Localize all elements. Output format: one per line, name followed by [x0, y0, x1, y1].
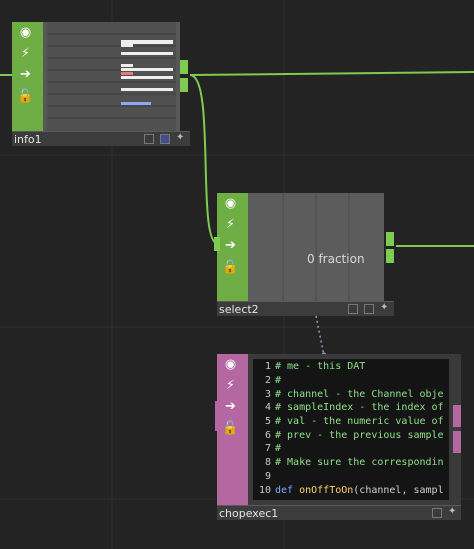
- code-text: # Make sure the correspondin: [275, 457, 444, 468]
- code-text: # channel - the Channel obje: [275, 389, 444, 400]
- viewer-toggle-icon[interactable]: ◉: [220, 356, 241, 374]
- node-select2-output-connector[interactable]: [386, 232, 394, 246]
- bypass-flag[interactable]: [144, 134, 154, 144]
- pass-through-icon[interactable]: ➔: [220, 398, 241, 416]
- render-flag[interactable]: ✦: [176, 133, 186, 143]
- wire-info1-to-select2: [189, 74, 219, 245]
- code-text: #: [275, 443, 282, 454]
- line-number: 8: [264, 457, 271, 468]
- info-channel-table: [47, 22, 176, 131]
- lock-icon[interactable]: 🔓: [220, 259, 241, 277]
- render-flag[interactable]: ✦: [448, 507, 458, 517]
- wire-select2-to-chopexec1: [315, 315, 325, 357]
- channel-value-readout: 0 fraction: [307, 252, 365, 266]
- node-info1-viewer: [43, 22, 180, 131]
- node-info1-output-connector[interactable]: [180, 78, 188, 92]
- wire-info1-to-right: [189, 71, 474, 76]
- line-number: 3: [264, 389, 271, 400]
- node-name: select2: [219, 303, 259, 316]
- node-select2-toolbar: ◉ ⚡ ➔ 🔓: [217, 193, 248, 301]
- viewer-toggle-icon[interactable]: ◉: [15, 24, 36, 42]
- node-select2-label[interactable]: select2 ✦: [217, 301, 394, 316]
- lock-icon[interactable]: 🔓: [220, 420, 241, 438]
- display-flag[interactable]: [160, 134, 170, 144]
- code-editor[interactable]: 1 # me - this DAT 2 # 3 # channel - the Cha…: [253, 359, 449, 500]
- node-select2[interactable]: ◉ ⚡ ➔ 🔓 0 fraction select2 ✦: [214, 193, 394, 317]
- code-text: # prev - the previous sample: [275, 430, 444, 441]
- code-text: # sampleIndex - the index of: [275, 402, 444, 413]
- line-number: 5: [264, 416, 271, 427]
- pass-through-icon[interactable]: ➔: [220, 237, 241, 255]
- node-chopexec1[interactable]: ◉ ⚡ ➔ 🔓 1 # me - this DAT 2 # 3 # channel -…: [215, 354, 461, 521]
- viewer-flag[interactable]: [364, 304, 374, 314]
- node-chopexec1-toolbar: ◉ ⚡ ➔ 🔓: [217, 354, 248, 505]
- cook-flag-icon[interactable]: ⚡: [220, 377, 241, 395]
- render-flag[interactable]: ✦: [380, 303, 390, 313]
- node-chopexec1-output-connector[interactable]: [453, 405, 461, 427]
- pass-through-icon[interactable]: ➔: [15, 66, 36, 84]
- node-chopexec1-output-connector[interactable]: [453, 431, 461, 453]
- cook-flag-icon[interactable]: ⚡: [220, 216, 241, 234]
- node-select2-input-connector[interactable]: [214, 237, 220, 251]
- node-info1-label[interactable]: info1 ✦: [12, 131, 190, 146]
- line-number: 1: [264, 361, 271, 372]
- node-name: info1: [14, 133, 42, 146]
- line-number: 2: [264, 375, 271, 386]
- line-number: 4: [264, 402, 271, 413]
- line-number: 10: [258, 485, 271, 496]
- node-select2-viewer: 0 fraction: [248, 193, 384, 301]
- node-select2-output-connector[interactable]: [386, 249, 394, 263]
- function-name: onOffToOn: [299, 485, 354, 496]
- code-text: # me - this DAT: [275, 361, 366, 372]
- node-info1[interactable]: ◉ ⚡ ➔ 🔓 info1 ✦: [12, 22, 190, 147]
- network-editor-canvas[interactable]: ◉ ⚡ ➔ 🔓 info1 ✦ ◉ ⚡ ➔ 🔓 0 fraction selec…: [0, 0, 474, 549]
- lock-icon[interactable]: 🔓: [15, 88, 36, 106]
- viewer-toggle-icon[interactable]: ◉: [220, 195, 241, 213]
- line-number: 6: [264, 430, 271, 441]
- node-chopexec1-label[interactable]: chopexec1 ✦: [217, 505, 461, 520]
- node-name: chopexec1: [219, 507, 279, 520]
- line-number: 9: [264, 471, 271, 482]
- channel-viewer-grid: [282, 193, 350, 301]
- bypass-flag[interactable]: [348, 304, 358, 314]
- code-text: #: [275, 375, 282, 386]
- node-info1-toolbar: ◉ ⚡ ➔ 🔓: [12, 22, 43, 131]
- keyword-def: def: [275, 485, 300, 496]
- node-info1-output-connector[interactable]: [180, 60, 188, 74]
- code-text: # val - the numeric value of: [275, 416, 444, 427]
- code-args: (channel, sampl: [353, 485, 444, 496]
- node-chopexec1-input-connector[interactable]: [215, 401, 219, 431]
- cook-flag-icon[interactable]: ⚡: [15, 45, 36, 63]
- viewer-flag[interactable]: [432, 508, 442, 518]
- code-text: def onOffToOn(channel, sampl: [275, 484, 444, 498]
- line-number: 7: [264, 443, 271, 454]
